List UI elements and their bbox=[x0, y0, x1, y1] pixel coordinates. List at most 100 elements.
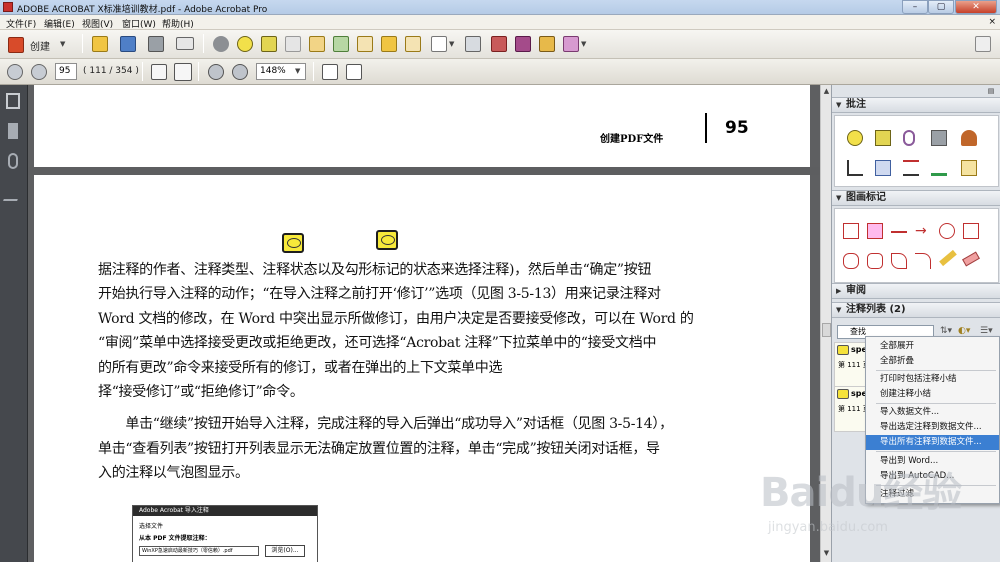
combine-files-icon[interactable] bbox=[381, 36, 397, 52]
expand-view-icon[interactable] bbox=[975, 36, 991, 52]
split-document-icon[interactable] bbox=[405, 36, 421, 52]
cloud-tool-icon[interactable] bbox=[843, 253, 859, 269]
replace-text-tool-icon[interactable] bbox=[875, 160, 891, 176]
record-audio-tool-icon[interactable] bbox=[931, 130, 947, 146]
save-icon[interactable] bbox=[120, 36, 136, 52]
hand-tool-icon[interactable] bbox=[174, 63, 192, 81]
callout-tool-icon[interactable] bbox=[867, 223, 883, 239]
comment-options-icon[interactable]: ☰▾ bbox=[980, 326, 993, 336]
panel-menu-icon[interactable]: ▤ bbox=[985, 87, 997, 96]
settings-gear-icon[interactable] bbox=[213, 36, 229, 52]
zoom-dropdown-icon[interactable]: ▼ bbox=[295, 67, 300, 75]
body-text-line: 的所有更改”命令来接受所有的修订，或者在弹出的上下文菜单中选 bbox=[98, 360, 503, 376]
filter-comments-icon[interactable]: ◐▾ bbox=[958, 326, 970, 336]
zoom-out-icon[interactable] bbox=[208, 64, 224, 80]
section-annotations-header[interactable]: ▼ 批注 bbox=[832, 97, 1000, 113]
attach-file-tool-icon[interactable] bbox=[903, 130, 915, 146]
figure-dialog-row: 从本 PDF 文件提取注释： bbox=[139, 535, 211, 542]
rectangle-tool-icon[interactable] bbox=[963, 223, 979, 239]
select-cursor-icon[interactable] bbox=[151, 64, 167, 80]
underline-tool-icon[interactable] bbox=[931, 160, 947, 176]
page-display-icon[interactable] bbox=[431, 36, 447, 52]
body-text-line: 择“接受修订”或“拒绝修订”命令。 bbox=[98, 384, 304, 400]
insert-page-icon[interactable] bbox=[309, 36, 325, 52]
scroll-up-icon[interactable]: ▲ bbox=[822, 87, 831, 97]
signatures-icon[interactable] bbox=[3, 185, 23, 201]
sort-comments-icon[interactable]: ⇅▾ bbox=[940, 326, 952, 336]
attachments-icon[interactable] bbox=[8, 153, 18, 169]
highlight-comment-icon[interactable] bbox=[261, 36, 277, 52]
sticky-note-icon[interactable] bbox=[237, 36, 253, 52]
figure-dialog-row: 选择文件 bbox=[139, 523, 164, 530]
menu-window[interactable]: 窗口(W) bbox=[122, 17, 156, 30]
zoom-in-icon[interactable] bbox=[232, 64, 248, 80]
comment-note-icon bbox=[837, 389, 849, 399]
eraser-tool-icon[interactable] bbox=[962, 251, 980, 267]
menu-view[interactable]: 视图(V) bbox=[82, 17, 113, 30]
next-page-icon[interactable] bbox=[31, 64, 47, 80]
pencil-tool-icon[interactable] bbox=[939, 249, 957, 267]
menu-edit[interactable]: 编辑(E) bbox=[44, 17, 75, 30]
insert-text-tool-icon[interactable] bbox=[847, 160, 863, 176]
comment-bubble-icon[interactable] bbox=[376, 230, 398, 250]
baidu-watermark: Baidu经验 jingyan.baidu.com bbox=[760, 448, 995, 558]
section-drawing-markups-header[interactable]: ▼ 图画标记 bbox=[832, 190, 1000, 206]
link-icon[interactable] bbox=[515, 36, 531, 52]
close-document-icon[interactable]: × bbox=[988, 17, 996, 27]
sign-icon[interactable] bbox=[491, 36, 507, 52]
delete-page-icon[interactable] bbox=[285, 36, 301, 52]
menu-item-import-data[interactable]: 导入数据文件... bbox=[866, 405, 999, 420]
create-dropdown-arrow-icon[interactable]: ▼ bbox=[60, 40, 65, 48]
stamp-tool-icon[interactable] bbox=[961, 130, 977, 146]
color-manager-icon[interactable] bbox=[563, 36, 579, 52]
menu-help[interactable]: 帮助(H) bbox=[162, 17, 194, 30]
oval-tool-icon[interactable] bbox=[939, 223, 955, 239]
collapse-arrow-icon: ▶ bbox=[836, 287, 842, 295]
arrow-tool-icon[interactable]: → bbox=[915, 224, 931, 240]
fit-width-icon[interactable] bbox=[346, 64, 362, 80]
line-tool-icon[interactable] bbox=[891, 231, 907, 233]
page-number-input[interactable]: 95 bbox=[55, 63, 77, 80]
menu-item-expand-all[interactable]: 全部展开 bbox=[866, 339, 999, 354]
page-thumbnails-icon[interactable] bbox=[6, 93, 20, 109]
sticky-note-tool-icon[interactable] bbox=[847, 130, 863, 146]
form-fields-icon[interactable] bbox=[465, 36, 481, 52]
textbox-tool-icon[interactable] bbox=[843, 223, 859, 239]
menu-item-create-summary[interactable]: 创建注释小结 bbox=[866, 387, 999, 402]
section-comment-list-header[interactable]: ▼ 注释列表 (2) bbox=[832, 302, 1000, 318]
replace-page-icon[interactable] bbox=[357, 36, 373, 52]
print-icon[interactable] bbox=[148, 36, 164, 52]
title-bar: ADOBE ACROBAT X标准培训教材.pdf - Adobe Acroba… bbox=[0, 0, 1000, 15]
create-button[interactable]: 创建 bbox=[30, 38, 50, 53]
section-review-header[interactable]: ▶ 审阅 bbox=[832, 283, 1000, 299]
polygon-tool-icon[interactable] bbox=[867, 253, 883, 269]
body-text-line: Word 文档的修改，在 Word 中突出显示所做修订，由用户决定是否要接受修改… bbox=[98, 311, 694, 327]
fit-page-icon[interactable] bbox=[322, 64, 338, 80]
polygon-line-tool-icon[interactable] bbox=[891, 253, 907, 269]
bookmarks-icon[interactable] bbox=[8, 123, 18, 139]
body-text-line: 单击“查看列表”按钮打开列表显示无法确定放置位置的注释，单击“完成”按钮关闭对话… bbox=[98, 441, 660, 457]
email-icon[interactable] bbox=[176, 37, 194, 50]
menu-item-collapse-all[interactable]: 全部折叠 bbox=[866, 354, 999, 369]
comment-bubble-icon[interactable] bbox=[282, 233, 304, 253]
more-tools-dropdown-icon[interactable]: ▼ bbox=[581, 40, 586, 48]
scroll-thumb[interactable] bbox=[822, 323, 831, 337]
drawing-tools: → bbox=[834, 208, 999, 283]
highlight-text-tool-icon[interactable] bbox=[875, 130, 891, 146]
menu-file[interactable]: 文件(F) bbox=[6, 17, 36, 30]
add-note-to-text-tool-icon[interactable] bbox=[961, 160, 977, 176]
connected-lines-tool-icon[interactable] bbox=[915, 253, 931, 269]
menu-item-export-selected[interactable]: 导出选定注释到数据文件... bbox=[866, 420, 999, 435]
body-text-line: 单击“继续”按钮开始导入注释，完成注释的导入后弹出“成功导入”对话框（见图 3-… bbox=[98, 416, 673, 432]
page-display-dropdown-icon[interactable]: ▼ bbox=[449, 40, 454, 48]
annotations-tools bbox=[834, 115, 999, 187]
menu-item-print-with-summary[interactable]: 打印时包括注释小结 bbox=[866, 372, 999, 387]
maximize-button[interactable]: ▢ bbox=[928, 0, 954, 14]
stamp-icon[interactable] bbox=[539, 36, 555, 52]
strikethrough-tool-icon[interactable] bbox=[903, 160, 919, 176]
previous-page-icon[interactable] bbox=[7, 64, 23, 80]
open-folder-icon[interactable] bbox=[92, 36, 108, 52]
extract-page-icon[interactable] bbox=[333, 36, 349, 52]
minimize-button[interactable]: – bbox=[902, 0, 928, 14]
close-button[interactable]: ✕ bbox=[955, 0, 997, 14]
